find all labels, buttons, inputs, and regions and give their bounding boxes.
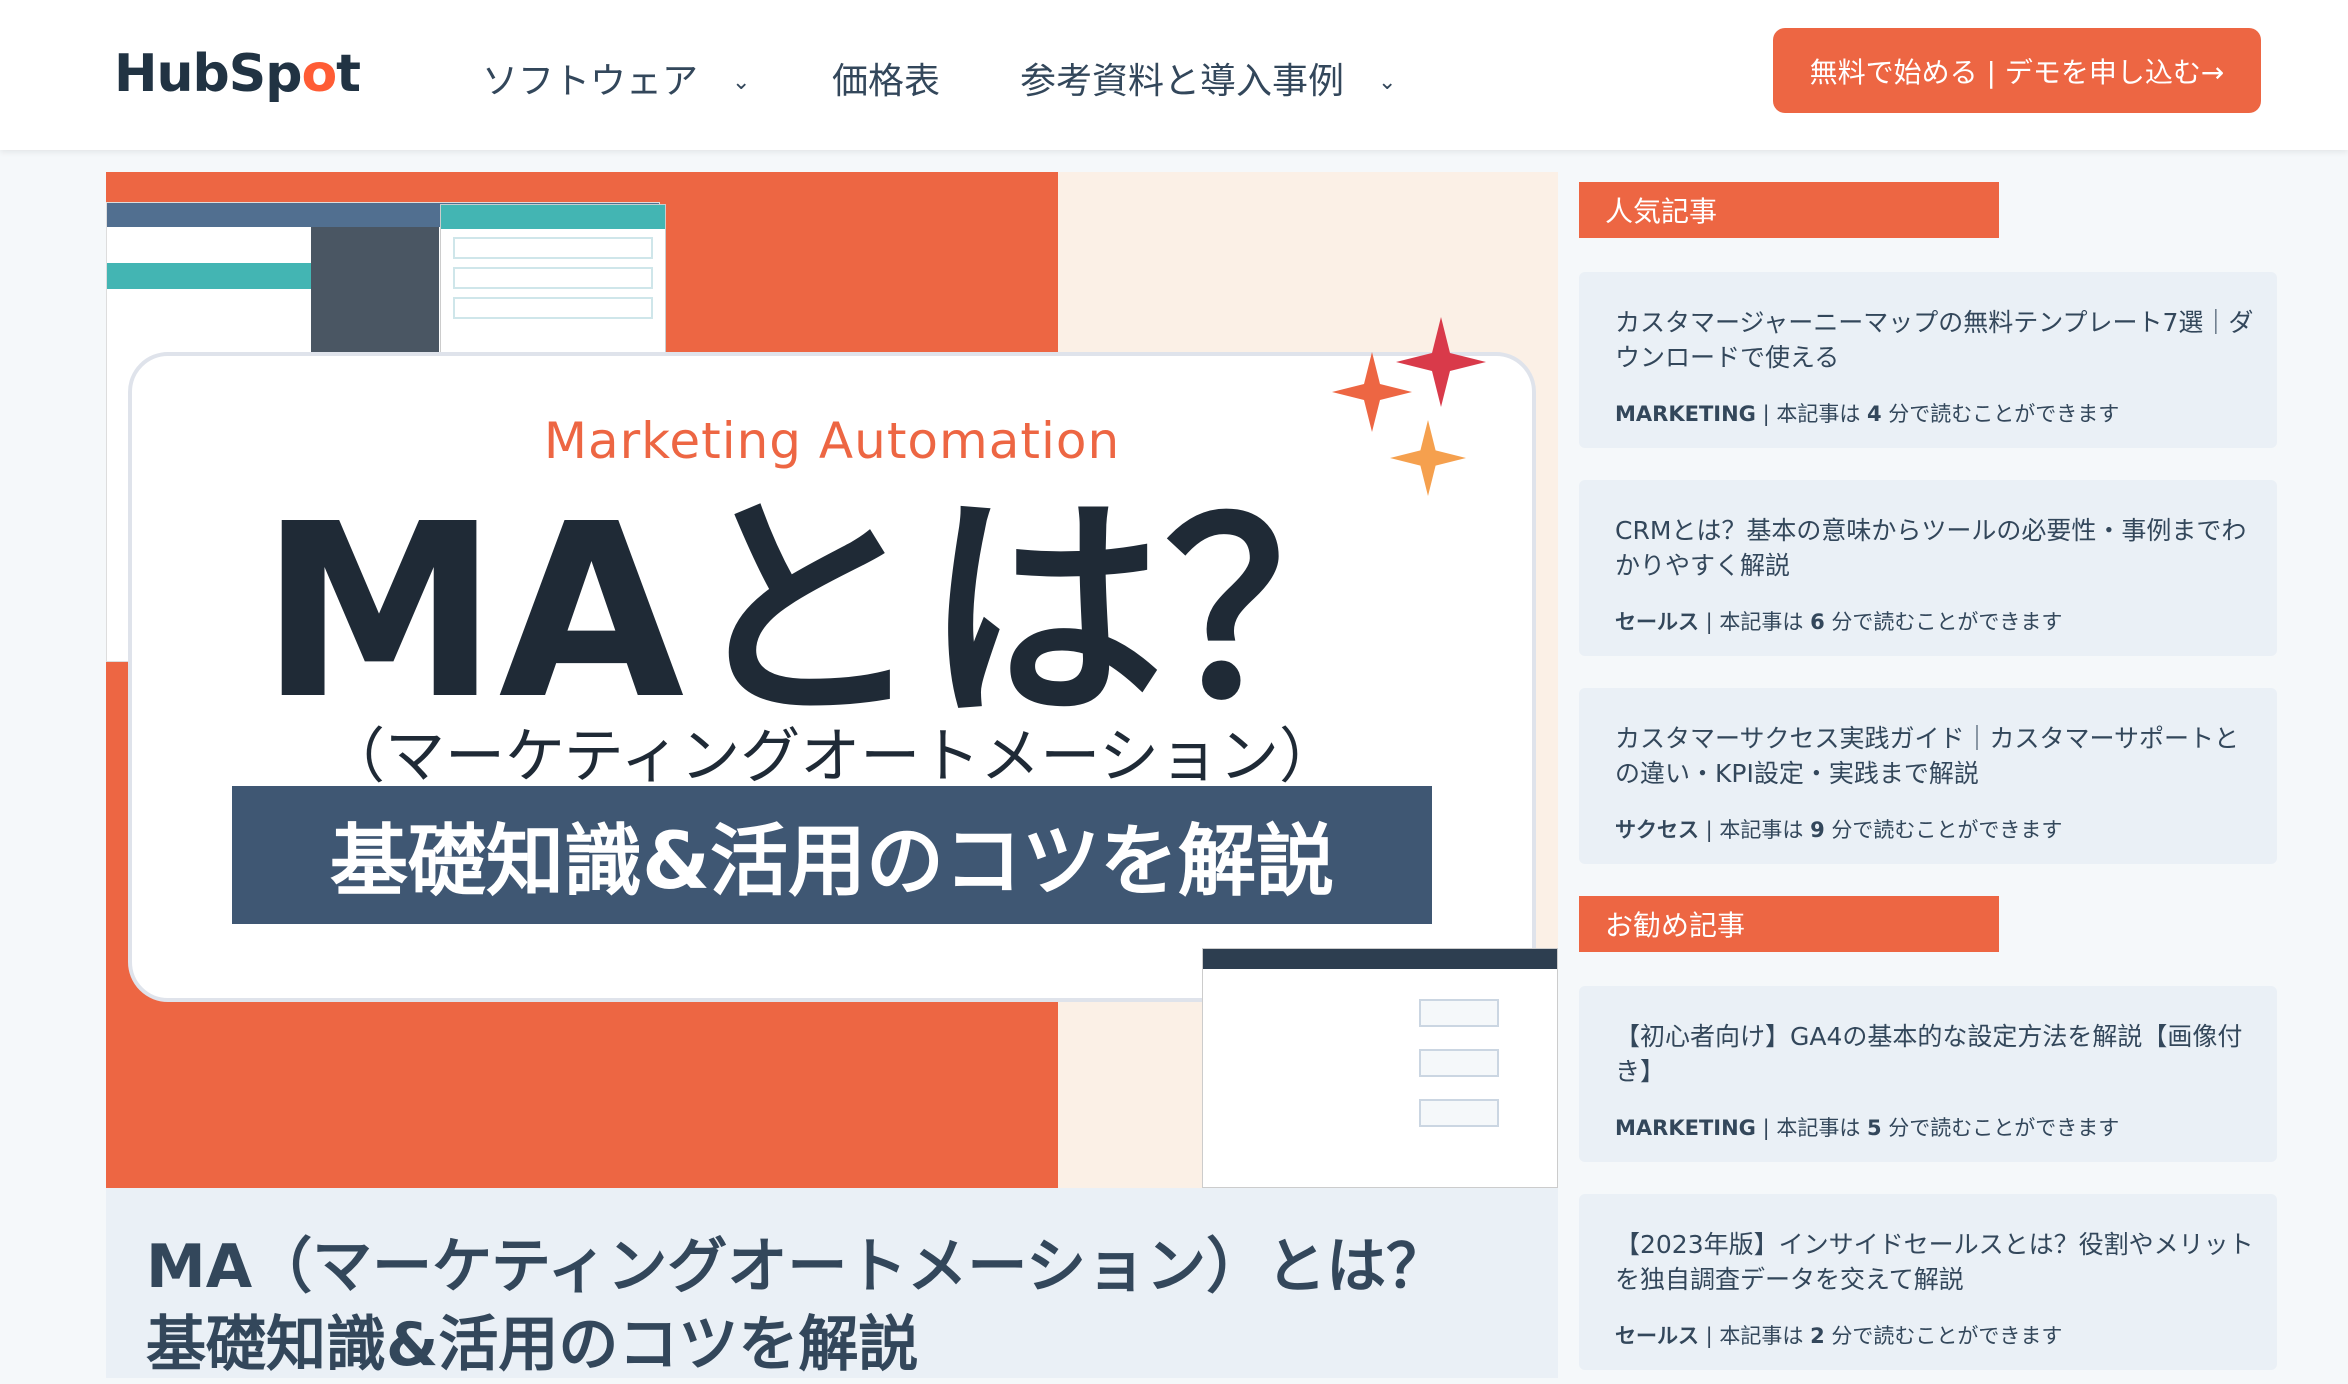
sprocket-icon: o [301,44,337,104]
meta-prefix: | 本記事は [1699,610,1811,634]
nav-resources[interactable]: 参考資料と導入事例 ⌄ [1020,52,1396,104]
read-minutes: 9 [1810,818,1825,842]
chevron-down-icon: ⌄ [1378,69,1397,95]
logo-text-a: HubSp [114,44,302,104]
article-card-title: 【初心者向け】GA4の基本的な設定方法を解説【画像付き】 [1615,1022,2243,1086]
article-card-title: カスタマージャーニーマップの無料テンプレート7選｜ダウンロードで使える [1615,308,2254,372]
site-header: HubSp o t ソフトウェア ⌄ 価格表 参考資料と導入事例 ⌄ 無料で始める … [0,0,2348,150]
recommended-heading: お勧め記事 [1579,896,1999,952]
recommended-article-card[interactable]: 【2023年版】インサイドセールスとは？役割やメリットを独自調査データを交えて解… [1579,1194,2277,1370]
popular-article-card[interactable]: カスタマーサクセス実践ガイド｜カスタマーサポートとの違い・KPI設定・実践まで解… [1579,688,2277,864]
nav-software-label: ソフトウェア [482,61,699,102]
journey-screenshot [1202,948,1558,1188]
recommended-article-card[interactable]: 【初心者向け】GA4の基本的な設定方法を解説【画像付き】 MARKETING |… [1579,986,2277,1162]
article-card-meta: MARKETING | 本記事は 4 分で読むことができます [1615,398,2119,428]
hero-kana: （マーケティングオートメーション） [325,722,1339,792]
read-minutes: 5 [1867,1116,1882,1140]
action-select-screenshot [440,204,666,354]
article-card-category: MARKETING [1615,1116,1756,1140]
screenshot-node [1419,999,1499,1027]
hero-title: MAとは？ [259,472,1405,752]
screenshot-row [453,237,653,259]
article-card-meta: セールス | 本記事は 2 分で読むことができます [1615,1320,2062,1350]
hero-banner: 基礎知識&活用のコツを解説 [232,786,1432,924]
popular-article-card[interactable]: カスタマージャーニーマップの無料テンプレート7選｜ダウンロードで使える MARK… [1579,272,2277,448]
hero-image: Marketing Automation MAとは？ （マーケティングオートメー… [106,172,1558,1188]
article-card-category: セールス [1615,610,1699,634]
article-card-title: CRMとは？基本の意味からツールの必要性・事例までわかりやすく解説 [1615,516,2247,580]
article-card-category: セールス [1615,1324,1699,1348]
meta-prefix: | 本記事は [1699,818,1811,842]
screenshot-teal-bar [107,263,311,289]
popular-article-card[interactable]: CRMとは？基本の意味からツールの必要性・事例までわかりやすく解説 セールス |… [1579,480,2277,656]
meta-suffix: 分で読むことができます [1824,610,2063,634]
popular-heading: 人気記事 [1579,182,1999,238]
nav-pricing[interactable]: 価格表 [832,52,940,104]
read-minutes: 4 [1867,402,1882,426]
screenshot-node [1419,1049,1499,1077]
read-minutes: 2 [1810,1324,1825,1348]
article-header: MA（マーケティングオートメーション）とは？基礎知識&活用のコツを解説 [106,1188,1558,1380]
screenshot-node [1419,1099,1499,1127]
meta-prefix: | 本記事は [1699,1324,1811,1348]
meta-suffix: 分で読むことができます [1824,1324,2063,1348]
nav-pricing-label: 価格表 [832,61,941,102]
meta-suffix: 分で読むことができます [1881,402,2120,426]
logo-text-c: t [336,44,361,104]
article-card-title: カスタマーサクセス実践ガイド｜カスタマーサポートとの違い・KPI設定・実践まで解… [1615,724,2240,788]
meta-prefix: | 本記事は [1755,402,1867,426]
article-card-meta: MARKETING | 本記事は 5 分で読むことができます [1615,1112,2119,1142]
screenshot-header [441,205,665,229]
nav-resources-label: 参考資料と導入事例 [1020,61,1345,102]
nav-software[interactable]: ソフトウェア ⌄ [482,52,750,104]
article-card-category: MARKETING [1615,402,1756,426]
screenshot-header [1203,949,1557,969]
hero-subtitle: Marketing Automation [543,412,1121,470]
screenshot-row [453,267,653,289]
article-title: MA（マーケティングオートメーション）とは？基礎知識&活用のコツを解説 [146,1232,1447,1380]
screenshot-row [453,297,653,319]
article-card-meta: サクセス | 本記事は 9 分で読むことができます [1615,814,2062,844]
hubspot-logo[interactable]: HubSp o t [114,44,361,104]
article-card-title: 【2023年版】インサイドセールスとは？役割やメリットを独自調査データを交えて解… [1615,1230,2254,1294]
start-free-demo-button[interactable]: 無料で始める | デモを申し込む→ [1773,28,2261,113]
meta-prefix: | 本記事は [1755,1116,1867,1140]
article-card-category: サクセス [1615,818,1699,842]
meta-suffix: 分で読むことができます [1881,1116,2120,1140]
chevron-down-icon: ⌄ [732,69,751,95]
article-card-meta: セールス | 本記事は 6 分で読むことができます [1615,606,2062,636]
read-minutes: 6 [1810,610,1825,634]
meta-suffix: 分で読むことができます [1824,818,2063,842]
